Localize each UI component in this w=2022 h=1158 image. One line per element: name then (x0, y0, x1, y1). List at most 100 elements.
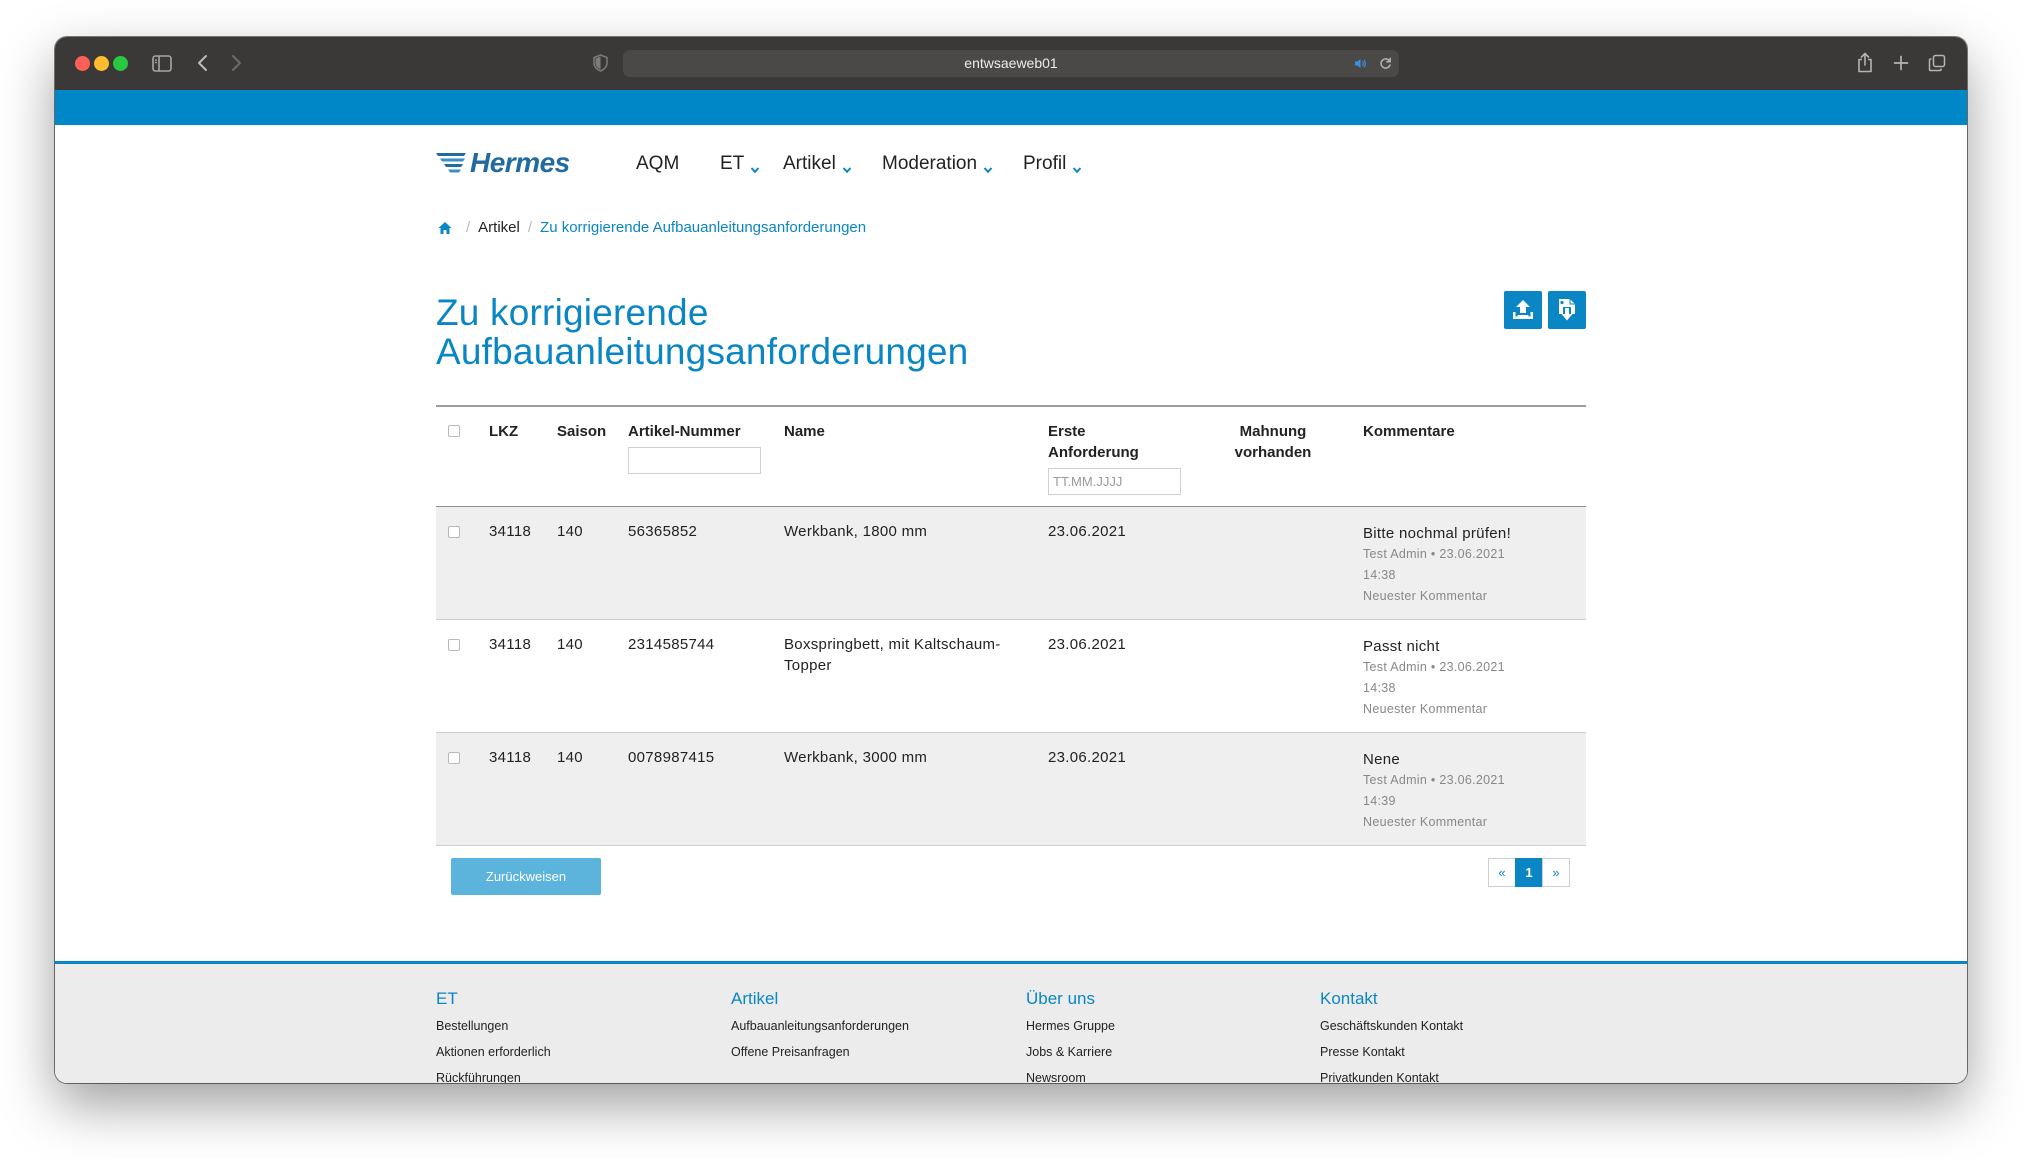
column-header-artikel-nummer-label[interactable]: Artikel-Nummer (628, 423, 741, 440)
cell-artikel-nummer: 2314585744 (628, 619, 784, 733)
footer-link[interactable]: Newsroom (1026, 1065, 1306, 1083)
new-tab-icon[interactable] (1893, 55, 1909, 71)
footer-heading: ET (436, 989, 458, 1008)
footer-column-ueber-uns: Über uns Hermes Gruppe Jobs & Karriere N… (1026, 988, 1306, 1083)
url-text: entwsaeweb01 (964, 55, 1058, 71)
artikel-nummer-filter-input[interactable] (628, 447, 761, 474)
cell-mahnung (1234, 506, 1363, 620)
header-select-all-cell (436, 405, 489, 507)
pagination-prev-button[interactable]: « (1488, 858, 1516, 887)
hermes-logo[interactable]: Hermes (436, 147, 570, 179)
breadcrumb-item-current[interactable]: Zu korrigierende Aufbauanleitungsanforde… (540, 218, 866, 238)
zoom-window-button[interactable] (113, 56, 128, 71)
minimize-window-button[interactable] (94, 56, 109, 71)
comment-label: Neuester Kommentar (1363, 701, 1488, 716)
column-header-lkz[interactable]: LKZ (489, 405, 557, 507)
cell-erste-anforderung: 23.06.2021 (1048, 732, 1234, 846)
footer-link[interactable]: Jobs & Karriere (1026, 1039, 1306, 1065)
cell-kommentar: Bitte nochmal prüfen! Test Admin • 23.06… (1363, 506, 1586, 620)
comment-meta: Test Admin • 23.06.2021 14:38 (1363, 546, 1505, 582)
cell-artikel-nummer: 0078987415 (628, 732, 784, 846)
nav-item-profil[interactable]: Profil (1023, 153, 1082, 175)
erste-anforderung-date-filter[interactable] (1048, 468, 1181, 495)
column-header-artikel-nummer: Artikel-Nummer (628, 405, 784, 507)
cell-name-text: Werkbank, 3000 mm (784, 748, 928, 766)
logo-text: Hermes (470, 147, 570, 178)
column-header-mahnung: Mahnung vorhanden (1234, 405, 1363, 507)
home-icon[interactable] (438, 221, 452, 235)
cell-lkz: 34118 (489, 619, 557, 733)
close-window-button[interactable] (75, 56, 90, 71)
breadcrumb-item-artikel[interactable]: Artikel (478, 218, 520, 238)
share-icon[interactable] (1856, 52, 1874, 73)
back-icon[interactable] (197, 54, 208, 72)
comment-meta: Test Admin • 23.06.2021 14:38 (1363, 659, 1505, 695)
tab-overview-icon[interactable] (1928, 54, 1946, 72)
footer-link[interactable]: Hermes Gruppe (1026, 1013, 1306, 1039)
nav-item-label: Artikel (783, 153, 836, 174)
table-row[interactable]: 34118 140 56365852 Werkbank, 1800 mm 23.… (436, 506, 1586, 620)
download-button[interactable] (1548, 291, 1586, 329)
audio-icon[interactable] (1354, 58, 1367, 69)
cell-name: Werkbank, 1800 mm (784, 506, 1048, 620)
footer-link[interactable]: Aktionen erforderlich (436, 1039, 716, 1065)
breadcrumb: / Artikel / Zu korrigierende Aufbauanlei… (438, 218, 866, 238)
pagination-page-current[interactable]: 1 (1515, 858, 1543, 887)
table-header-row: LKZ Saison Artikel-Nummer Name Erste Anf… (436, 405, 1586, 507)
cell-saison: 140 (557, 506, 628, 620)
footer-link[interactable]: Privatkunden Kontakt (1320, 1065, 1600, 1083)
nav-item-et[interactable]: ET (720, 153, 760, 175)
nav-item-label: AQM (636, 153, 680, 174)
comment-text: Nene (1363, 750, 1401, 768)
nav-item-aqm[interactable]: AQM (636, 153, 679, 175)
logo-speed-lines-icon (436, 151, 469, 175)
cell-name: Werkbank, 3000 mm (784, 732, 1048, 846)
cell-name-text: Werkbank, 1800 mm (784, 522, 928, 540)
footer-column-et: ET Bestellungen Aktionen erforderlich Rü… (436, 988, 716, 1083)
download-document-icon (1555, 297, 1579, 323)
footer-link[interactable]: Offene Preisanfragen (731, 1039, 1011, 1065)
footer-link[interactable]: Rückführungen (436, 1065, 716, 1083)
pagination-next-button[interactable]: » (1542, 858, 1570, 887)
nav-item-artikel[interactable]: Artikel (783, 153, 852, 175)
upload-button[interactable] (1504, 291, 1542, 329)
row-select-cell (436, 506, 489, 620)
column-header-name[interactable]: Name (784, 405, 1048, 507)
browser-window: entwsaeweb01 Hermes AQM ET Artikel Moder… (55, 37, 1967, 1083)
cell-lkz: 34118 (489, 732, 557, 846)
row-checkbox[interactable] (448, 525, 460, 538)
footer-column-kontakt: Kontakt Geschäftskunden Kontakt Presse K… (1320, 988, 1600, 1083)
footer-link[interactable]: Aufbauanleitungsanforderungen (731, 1013, 1011, 1039)
select-all-checkbox[interactable] (448, 425, 460, 437)
reload-icon[interactable] (1379, 57, 1392, 70)
nav-item-moderation[interactable]: Moderation (882, 153, 993, 175)
column-header-mahnung-label[interactable]: Mahnung vorhanden (1234, 421, 1312, 463)
chevron-down-icon (750, 159, 760, 174)
footer-link[interactable]: Bestellungen (436, 1013, 716, 1039)
footer-container: ET Bestellungen Aktionen erforderlich Rü… (436, 964, 1586, 1083)
row-checkbox[interactable] (448, 751, 460, 764)
address-bar[interactable]: entwsaeweb01 (623, 50, 1399, 77)
row-checkbox[interactable] (448, 638, 460, 651)
sidebar-icon[interactable] (152, 55, 172, 72)
shield-icon[interactable] (593, 54, 608, 72)
table-row[interactable]: 34118 140 0078987415 Werkbank, 3000 mm 2… (436, 732, 1586, 846)
nav-item-label: Moderation (882, 153, 978, 174)
cell-kommentar: Nene Test Admin • 23.06.2021 14:39 Neues… (1363, 732, 1586, 846)
breadcrumb-separator: / (466, 219, 471, 236)
main-container: Hermes AQM ET Artikel Moderation Profil (436, 125, 1586, 961)
comment-label: Neuester Kommentar (1363, 588, 1488, 603)
footer-column-artikel: Artikel Aufbauanleitungsanforderungen Of… (731, 988, 1011, 1065)
footer-link[interactable]: Presse Kontakt (1320, 1039, 1600, 1065)
forward-icon[interactable] (231, 54, 242, 72)
table-row[interactable]: 34118 140 2314585744 Boxspringbett, mit … (436, 619, 1586, 733)
reject-button[interactable]: Zurückweisen (451, 858, 601, 895)
footer-heading: Kontakt (1320, 989, 1378, 1008)
column-header-erste-anforderung-label[interactable]: Erste Anforderung (1048, 421, 1158, 463)
column-header-saison[interactable]: Saison (557, 405, 628, 507)
chevron-down-icon (842, 159, 852, 174)
footer-link[interactable]: Geschäftskunden Kontakt (1320, 1013, 1600, 1039)
comment-label: Neuester Kommentar (1363, 814, 1488, 829)
column-header-kommentare: Kommentare (1363, 405, 1586, 507)
comment-text: Passt nicht (1363, 637, 1440, 655)
